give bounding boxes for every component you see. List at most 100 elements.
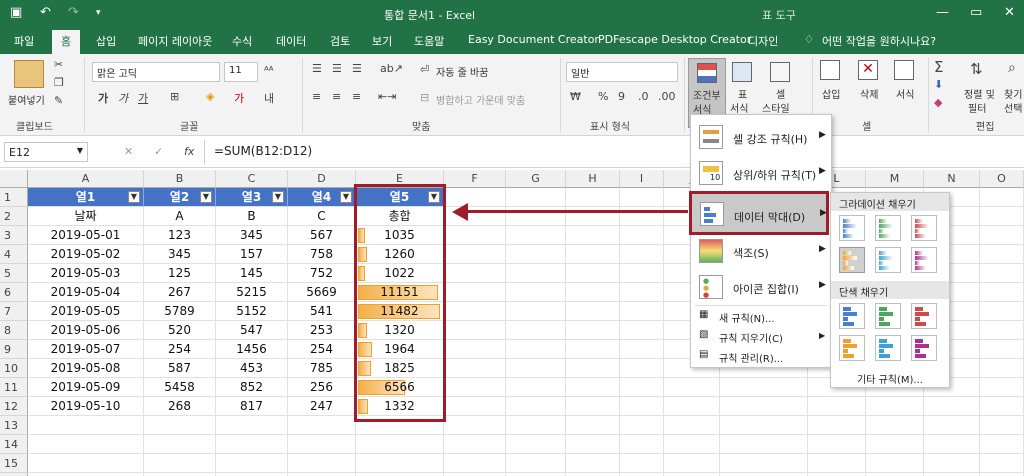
- empty-cell[interactable]: [566, 359, 620, 378]
- data-bar-swatch[interactable]: [911, 215, 937, 241]
- tab-review[interactable]: 검토: [330, 33, 350, 49]
- empty-cell[interactable]: [566, 397, 620, 416]
- table-cell[interactable]: 5152: [216, 302, 288, 321]
- fill-color-icon[interactable]: ◈: [206, 90, 214, 103]
- empty-cell[interactable]: [506, 454, 566, 473]
- empty-cell[interactable]: [506, 359, 566, 378]
- table-cell[interactable]: 123: [144, 226, 216, 245]
- align-center-icon[interactable]: ≡: [332, 90, 341, 103]
- tab-view[interactable]: 보기: [372, 33, 392, 49]
- row-header[interactable]: 14: [0, 435, 28, 454]
- empty-cell[interactable]: [444, 359, 506, 378]
- column-header[interactable]: F: [444, 170, 506, 188]
- column-header[interactable]: N: [924, 170, 980, 188]
- column-header[interactable]: I: [620, 170, 664, 188]
- empty-cell[interactable]: [620, 416, 664, 435]
- table-cell[interactable]: 157: [216, 245, 288, 264]
- empty-cell[interactable]: [664, 397, 720, 416]
- table-cell[interactable]: 1456: [216, 340, 288, 359]
- data-bar-swatch[interactable]: [875, 303, 901, 329]
- empty-cell[interactable]: [924, 416, 980, 435]
- empty-cell[interactable]: [356, 454, 444, 473]
- table-cell[interactable]: 267: [144, 283, 216, 302]
- empty-cell[interactable]: [620, 188, 664, 207]
- table-header-cell[interactable]: 열1 ▼: [28, 188, 144, 207]
- empty-cell[interactable]: [444, 435, 506, 454]
- save-icon[interactable]: ▣: [10, 5, 22, 20]
- insert-function-icon[interactable]: fx: [184, 145, 194, 158]
- row-header[interactable]: 9: [0, 340, 28, 359]
- tab-home[interactable]: 홈: [52, 30, 81, 54]
- empty-cell[interactable]: [866, 454, 924, 473]
- table-cell[interactable]: 5215: [216, 283, 288, 302]
- empty-cell[interactable]: [620, 264, 664, 283]
- grow-font-icon[interactable]: ᴬᴬ: [264, 64, 273, 77]
- insert-cells-button[interactable]: 삽입: [822, 86, 840, 101]
- empty-cell[interactable]: [506, 188, 566, 207]
- table-cell[interactable]: 2019-05-10: [28, 397, 144, 416]
- copy-icon[interactable]: ❐: [54, 76, 64, 89]
- borders-icon[interactable]: ⊞: [170, 90, 179, 103]
- empty-cell[interactable]: [144, 435, 216, 454]
- formula-input[interactable]: =SUM(B12:D12): [214, 144, 312, 158]
- empty-cell[interactable]: [808, 454, 866, 473]
- empty-cell[interactable]: [566, 188, 620, 207]
- empty-cell[interactable]: [620, 397, 664, 416]
- empty-cell[interactable]: [808, 416, 866, 435]
- empty-cell[interactable]: [664, 454, 720, 473]
- restore-icon[interactable]: ▭: [970, 5, 982, 20]
- table-cell[interactable]: C: [288, 207, 356, 226]
- more-rules-link[interactable]: 기타 규칙(M)...: [857, 371, 923, 386]
- empty-cell[interactable]: [620, 454, 664, 473]
- empty-cell[interactable]: [506, 226, 566, 245]
- empty-cell[interactable]: [444, 264, 506, 283]
- empty-cell[interactable]: [866, 416, 924, 435]
- empty-cell[interactable]: [28, 416, 144, 435]
- empty-cell[interactable]: [980, 302, 1024, 321]
- align-middle-icon[interactable]: ☰: [332, 62, 342, 75]
- empty-cell[interactable]: [720, 397, 808, 416]
- column-header[interactable]: D: [288, 170, 356, 188]
- align-top-icon[interactable]: ☰: [312, 62, 322, 75]
- data-bar-swatch[interactable]: [839, 335, 865, 361]
- filter-dropdown-icon[interactable]: ▼: [272, 191, 284, 203]
- empty-cell[interactable]: [620, 283, 664, 302]
- empty-cell[interactable]: [808, 435, 866, 454]
- empty-cell[interactable]: [444, 245, 506, 264]
- table-cell[interactable]: 날짜: [28, 207, 144, 226]
- row-header[interactable]: 1: [0, 188, 28, 207]
- empty-cell[interactable]: [664, 378, 720, 397]
- empty-cell[interactable]: [288, 454, 356, 473]
- empty-cell[interactable]: [28, 454, 144, 473]
- table-cell[interactable]: 587: [144, 359, 216, 378]
- tell-me-box[interactable]: 어떤 작업을 원하시나요?: [822, 33, 936, 49]
- table-cell[interactable]: 2019-05-07: [28, 340, 144, 359]
- decrease-decimal-icon[interactable]: .00: [658, 90, 676, 103]
- row-header[interactable]: 7: [0, 302, 28, 321]
- filter-dropdown-icon[interactable]: ▼: [340, 191, 352, 203]
- table-cell[interactable]: A: [144, 207, 216, 226]
- column-header[interactable]: B: [144, 170, 216, 188]
- table-cell[interactable]: 2019-05-06: [28, 321, 144, 340]
- empty-cell[interactable]: [620, 359, 664, 378]
- data-bar-swatch[interactable]: [839, 215, 865, 241]
- bold-icon[interactable]: 가: [98, 90, 108, 106]
- table-cell[interactable]: 752: [288, 264, 356, 283]
- empty-cell[interactable]: [144, 416, 216, 435]
- redo-icon[interactable]: ↷: [68, 5, 79, 20]
- column-header[interactable]: G: [506, 170, 566, 188]
- tab-file[interactable]: 파일: [14, 33, 34, 49]
- table-cell[interactable]: 520: [144, 321, 216, 340]
- fill-icon[interactable]: ⬇: [934, 78, 943, 91]
- find-select-button[interactable]: 찾기: [1004, 86, 1022, 101]
- font-name-select[interactable]: 맑은 고딕: [92, 62, 220, 82]
- empty-cell[interactable]: [620, 340, 664, 359]
- table-cell[interactable]: 254: [144, 340, 216, 359]
- empty-cell[interactable]: [506, 321, 566, 340]
- empty-cell[interactable]: [664, 416, 720, 435]
- empty-cell[interactable]: [506, 302, 566, 321]
- empty-cell[interactable]: [444, 321, 506, 340]
- empty-cell[interactable]: [720, 454, 808, 473]
- empty-cell[interactable]: [980, 188, 1024, 207]
- empty-cell[interactable]: [444, 226, 506, 245]
